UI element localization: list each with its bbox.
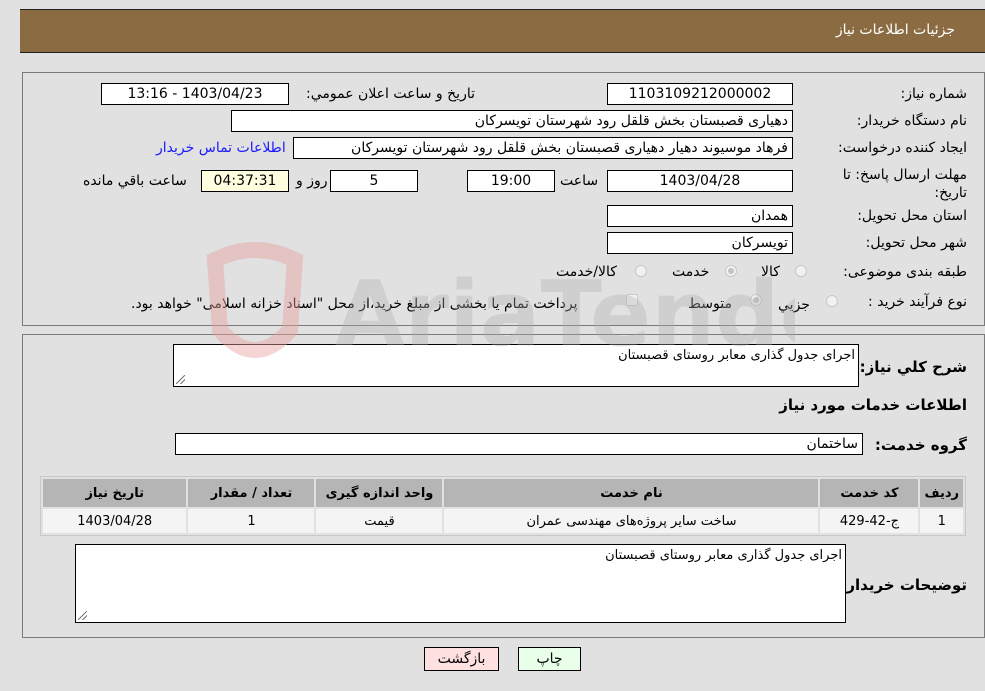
category-option-service: خدمت (672, 264, 710, 280)
buyer-contact-link[interactable]: اطلاعات تماس خریدار (156, 140, 286, 156)
deadline-label: مهلت ارسال پاسخ: تا تاریخ: (842, 167, 967, 201)
cell-service-name: ساخت سایر پروژه‌های مهندسی عمران (444, 509, 819, 533)
city-label: شهر محل تحویل: (865, 235, 967, 251)
cell-row-number: 1 (920, 509, 963, 533)
remaining-label: ساعت باقي مانده (83, 173, 187, 189)
col-unit: واحد اندازه گیری (316, 479, 443, 507)
announce-field: 1403/04/23 - 13:16 (101, 83, 289, 105)
buyer-notes-textarea[interactable]: اجرای جدول گذاری معابر روستای قصبستان (75, 544, 846, 623)
cell-unit: قیمت (316, 509, 443, 533)
page-header: جزئیات اطلاعات نیاز (20, 9, 985, 53)
category-option-goods-service: کالا/خدمت (556, 264, 617, 280)
need-number-field: 1103109212000002 (607, 83, 793, 105)
resize-grip-icon[interactable] (176, 375, 185, 384)
cell-service-code: ج-42-429 (820, 509, 919, 533)
print-button[interactable]: چاپ (518, 647, 581, 671)
process-radio-minor[interactable] (826, 295, 838, 307)
col-service-name: نام خدمت (444, 479, 819, 507)
city-field: تویسرکان (607, 232, 793, 254)
category-option-goods: کالا (761, 264, 780, 280)
days-label: روز و (296, 173, 328, 189)
services-section-title: اطلاعات خدمات مورد نیاز (779, 396, 967, 414)
category-radio-service[interactable] (725, 265, 737, 277)
general-desc-textarea[interactable]: اجرای جدول گذاری معابر روستای قصبستان (173, 344, 859, 387)
table-header-row: ردیف کد خدمت نام خدمت واحد اندازه گیری ت… (43, 479, 963, 507)
deadline-date-field: 1403/04/28 (607, 170, 793, 192)
services-table: ردیف کد خدمت نام خدمت واحد اندازه گیری ت… (40, 476, 966, 536)
col-row-number: ردیف (920, 479, 963, 507)
deadline-time-field: 19:00 (467, 170, 555, 192)
col-need-date: تاریخ نیاز (43, 479, 187, 507)
category-radio-goods-service[interactable] (635, 265, 647, 277)
process-option-medium: متوسط (688, 296, 732, 312)
cell-quantity: 1 (188, 509, 315, 533)
col-service-code: کد خدمت (820, 479, 919, 507)
back-button[interactable]: بازگشت (424, 647, 499, 671)
col-quantity: تعداد / مقدار (188, 479, 315, 507)
province-label: استان محل تحویل: (857, 208, 967, 224)
category-label: طبقه بندی موضوعی: (843, 264, 967, 280)
service-group-field: ساختمان (175, 433, 863, 455)
creator-field: فرهاد موسیوند دهیار دهیاری قصبستان بخش ق… (293, 137, 793, 159)
province-field: همدان (607, 205, 793, 227)
table-row: 1 ج-42-429 ساخت سایر پروژه‌های مهندسی عم… (43, 509, 963, 533)
general-desc-text: اجرای جدول گذاری معابر روستای قصبستان (618, 348, 855, 363)
treasury-note: پرداخت تمام یا بخشی از مبلغ خرید،از محل … (131, 296, 578, 312)
buyer-org-field: دهیاری قصبستان بخش قلقل رود شهرستان تویس… (231, 110, 793, 132)
cell-need-date: 1403/04/28 (43, 509, 187, 533)
buyer-notes-label: توضیحات خریدار: (840, 576, 967, 594)
need-number-label: شماره نیاز: (900, 86, 968, 102)
remaining-time-field: 04:37:31 (201, 170, 289, 192)
process-label: نوع فرآیند خرید : (868, 294, 967, 310)
page-title: جزئیات اطلاعات نیاز (835, 22, 955, 38)
buyer-org-label: نام دستگاه خریدار: (856, 113, 967, 129)
creator-label: ایجاد کننده درخواست: (838, 140, 967, 156)
buyer-notes-text: اجرای جدول گذاری معابر روستای قصبستان (605, 548, 842, 563)
service-group-label: گروه خدمت: (874, 436, 967, 454)
process-option-minor: جزيي (778, 297, 810, 313)
time-label: ساعت (560, 173, 599, 189)
category-radio-goods[interactable] (795, 265, 807, 277)
announce-label: تاریخ و ساعت اعلان عمومي: (306, 86, 475, 102)
process-radio-medium[interactable] (750, 294, 762, 306)
general-desc-label: شرح کلي نیاز: (859, 358, 967, 376)
treasury-checkbox[interactable] (626, 294, 638, 306)
days-field: 5 (330, 170, 418, 192)
resize-grip-icon[interactable] (78, 611, 87, 620)
